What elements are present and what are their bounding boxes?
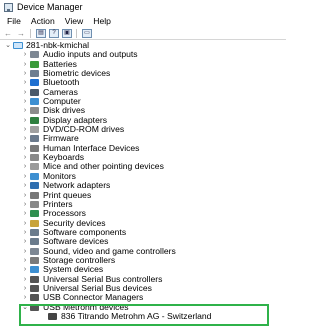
forward-icon[interactable]: → (16, 29, 26, 38)
expand-arrow-icon[interactable]: › (21, 284, 29, 293)
expand-arrow-icon[interactable]: › (21, 50, 29, 59)
expand-arrow-icon[interactable]: › (21, 209, 29, 218)
menu-file[interactable]: File (7, 16, 21, 26)
menu-bar: File Action View Help (0, 14, 286, 27)
expand-arrow-icon[interactable]: › (21, 200, 29, 209)
expand-arrow-icon[interactable]: › (21, 275, 29, 284)
menu-help[interactable]: Help (93, 16, 111, 26)
title-bar: Device Manager (0, 0, 286, 14)
dvd-drive-icon (30, 126, 39, 134)
system-device-icon (30, 266, 39, 274)
expand-arrow-icon[interactable]: › (21, 60, 29, 69)
usb-connector-icon (30, 294, 39, 302)
network-adapter-icon (30, 182, 39, 190)
expand-arrow-icon[interactable]: › (21, 172, 29, 181)
fingerprint-icon (30, 70, 39, 78)
firmware-icon (30, 135, 39, 143)
expand-arrow-icon[interactable]: › (21, 191, 29, 200)
expand-arrow-icon[interactable]: › (21, 237, 29, 246)
collapse-root-icon[interactable]: ⌄ (4, 41, 12, 50)
expand-arrow-icon[interactable]: › (21, 125, 29, 134)
processor-icon (30, 210, 39, 218)
usb-plug-icon (48, 312, 57, 320)
disk-drive-icon (30, 107, 39, 115)
printer-icon (30, 200, 39, 208)
hid-icon (30, 144, 39, 152)
expand-arrow-icon[interactable]: › (21, 181, 29, 190)
expand-arrow-icon[interactable]: › (21, 228, 29, 237)
monitor-icon (30, 172, 39, 180)
bluetooth-icon (30, 79, 39, 87)
expand-arrow-icon[interactable]: › (21, 106, 29, 115)
device-tree: ⌄ 281-nbk-kmichal › Audio inputs and outp… (0, 40, 286, 321)
battery-icon (30, 60, 39, 68)
storage-controller-icon (30, 256, 39, 264)
computer-icon (13, 42, 23, 49)
menu-action[interactable]: Action (31, 16, 55, 26)
camera-icon (30, 88, 39, 96)
menu-view[interactable]: View (65, 16, 83, 26)
expand-arrow-icon[interactable]: › (21, 78, 29, 87)
expand-arrow-icon[interactable]: › (21, 219, 29, 228)
usb-device-icon (30, 284, 39, 292)
sound-icon (30, 247, 39, 255)
device-manager-icon (4, 2, 13, 12)
expand-arrow-icon[interactable]: › (21, 153, 29, 162)
expand-arrow-icon[interactable]: › (21, 69, 29, 78)
expand-arrow-icon[interactable]: › (21, 293, 29, 302)
expand-arrow-icon[interactable]: › (21, 134, 29, 143)
software-device-icon (30, 238, 39, 246)
expand-arrow-icon[interactable]: › (21, 88, 29, 97)
keyboard-icon (30, 154, 39, 162)
properties-icon[interactable]: ▤ (36, 28, 46, 38)
expand-arrow-icon[interactable]: › (21, 265, 29, 274)
expand-arrow-icon[interactable]: › (21, 256, 29, 265)
expand-arrow-icon[interactable]: › (21, 97, 29, 106)
expand-arrow-icon[interactable]: › (21, 247, 29, 256)
mouse-icon (30, 163, 39, 171)
usb-metrohm-icon (30, 303, 39, 311)
window-title: Device Manager (17, 2, 83, 12)
speaker-icon (30, 51, 39, 59)
expand-arrow-icon[interactable]: › (21, 162, 29, 171)
display-adapter-icon (30, 116, 39, 124)
monitor-icon[interactable]: ▭ (82, 28, 92, 38)
help-icon[interactable]: ? (49, 28, 59, 38)
back-icon[interactable]: ← (3, 29, 13, 38)
category-label: 836 Titrando Metrohm AG - Switzerland (61, 310, 212, 321)
software-component-icon (30, 228, 39, 236)
toolbar-separator (30, 28, 31, 38)
expand-arrow-icon[interactable]: › (21, 144, 29, 153)
update-driver-icon[interactable]: ▣ (62, 28, 72, 38)
device-item[interactable]: 836 Titrando Metrohm AG - Switzerland (0, 310, 286, 321)
collapse-arrow-icon[interactable]: ⌄ (21, 303, 29, 312)
usb-controller-icon (30, 275, 39, 283)
security-device-icon (30, 219, 39, 227)
toolbar-separator (76, 28, 77, 38)
computer-icon (30, 98, 39, 106)
toolbar: ← → ▤? ▣ ▭ (0, 27, 286, 40)
print-queue-icon (30, 191, 39, 199)
expand-arrow-icon[interactable]: › (21, 116, 29, 125)
